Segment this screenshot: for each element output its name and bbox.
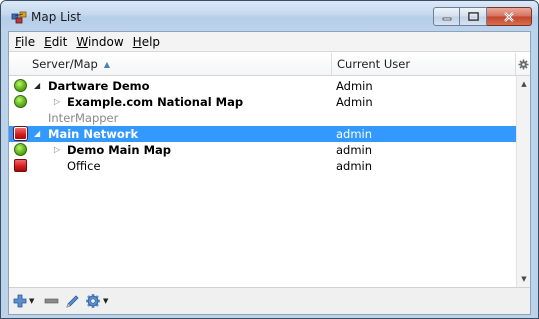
app-icon [11, 11, 27, 24]
status-up-icon [14, 95, 27, 108]
client-area: File Edit Window Help Server/Map ▲ Curren… [8, 31, 531, 315]
collapsed-triangle-icon[interactable]: ▷ [54, 142, 60, 158]
server-name: InterMapper [48, 111, 119, 125]
scroll-down-arrow-icon[interactable]: ▼ [517, 272, 531, 286]
gear-icon [518, 59, 528, 69]
sort-ascending-icon: ▲ [103, 60, 111, 69]
maximize-icon [467, 12, 479, 21]
settings-icon [86, 294, 100, 308]
table-rows: ◢ Dartware Demo Admin ▷ Example.com Nati… [9, 76, 516, 287]
settings-button[interactable]: ▼ [85, 292, 108, 310]
maximize-button[interactable] [460, 7, 487, 26]
table-row[interactable]: InterMapper [9, 110, 516, 126]
close-icon [504, 11, 514, 22]
status-down-icon [14, 127, 27, 140]
status-down-icon [14, 159, 27, 172]
expanded-triangle-icon[interactable]: ◢ [34, 126, 40, 142]
caption-buttons [433, 7, 532, 27]
column-header-current-user[interactable]: Current User [332, 53, 516, 75]
current-user: Admin [336, 79, 373, 93]
bottom-toolbar: ▼ ▼ [9, 287, 530, 314]
menu-bar: File Edit Window Help [9, 32, 530, 52]
title-bar[interactable]: Map List [1, 1, 538, 31]
dropdown-arrow-icon: ▼ [103, 297, 109, 305]
column-header: Server/Map ▲ Current User [9, 53, 530, 76]
status-up-icon [14, 143, 27, 156]
table-row[interactable]: ▷ Demo Main Map admin [9, 142, 516, 158]
current-user: admin [336, 143, 373, 157]
current-user: admin [336, 127, 373, 141]
dropdown-arrow-icon: ▼ [29, 297, 35, 305]
edit-button[interactable] [65, 292, 80, 310]
current-user: admin [336, 159, 373, 173]
menu-help[interactable]: Help [130, 35, 166, 49]
minimize-icon [442, 17, 451, 20]
status-up-icon [14, 79, 27, 92]
add-icon [13, 294, 27, 308]
minimize-button[interactable] [433, 7, 460, 26]
window-title: Map List [31, 10, 82, 24]
table-row-selected[interactable]: ◢ Main Network admin [9, 126, 516, 142]
server-name: Main Network [48, 127, 139, 141]
current-user: Admin [336, 95, 373, 109]
menu-window[interactable]: Window [73, 35, 129, 49]
vertical-scrollbar[interactable]: ▲ ▼ [516, 76, 530, 287]
column-header-server-map[interactable]: Server/Map ▲ [9, 53, 332, 75]
menu-edit[interactable]: Edit [41, 35, 73, 49]
table-row[interactable]: ◢ Dartware Demo Admin [9, 78, 516, 94]
add-button[interactable]: ▼ [13, 292, 34, 310]
map-name: Demo Main Map [67, 143, 172, 157]
column-settings-button[interactable] [516, 53, 530, 75]
remove-button[interactable] [44, 292, 59, 310]
menu-file[interactable]: File [12, 35, 41, 49]
map-name: Example.com National Map [67, 95, 244, 109]
collapsed-triangle-icon[interactable]: ▷ [54, 94, 60, 110]
remove-icon [44, 298, 59, 304]
table-row[interactable]: Office admin [9, 158, 516, 174]
edit-icon [66, 294, 79, 308]
scroll-up-arrow-icon[interactable]: ▲ [517, 77, 531, 91]
column-header-label: Current User [337, 57, 411, 71]
server-name: Dartware Demo [48, 79, 150, 93]
map-list-window: Map List File Edit Window Help Server/Ma… [0, 0, 539, 319]
map-name: Office [67, 159, 101, 173]
column-header-label: Server/Map [32, 57, 98, 71]
table-row[interactable]: ▷ Example.com National Map Admin [9, 94, 516, 110]
close-button[interactable] [487, 7, 532, 26]
map-list: Server/Map ▲ Current User ◢ Dartware Dem… [9, 53, 530, 287]
expanded-triangle-icon[interactable]: ◢ [34, 78, 40, 94]
